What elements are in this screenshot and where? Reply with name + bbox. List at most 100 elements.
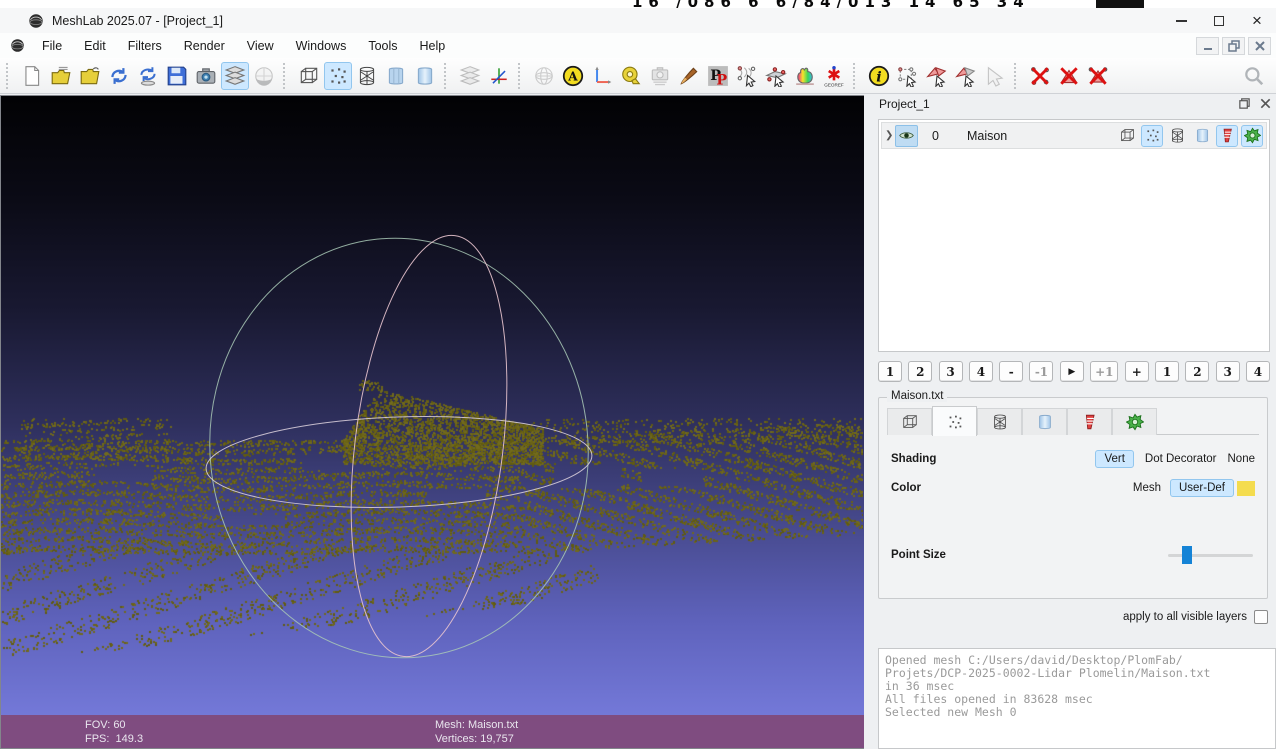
close-button[interactable]: × xyxy=(1238,8,1276,33)
menu-edit[interactable]: Edit xyxy=(73,36,117,56)
tab-smooth[interactable] xyxy=(1022,408,1067,435)
save-mesh-button[interactable] xyxy=(163,62,191,90)
menu-tools[interactable]: Tools xyxy=(357,36,408,56)
load-preset-3-button[interactable]: 3 xyxy=(1216,361,1240,382)
save-preset-4-button[interactable]: 4 xyxy=(969,361,993,382)
select-faces-vertices-button[interactable] xyxy=(952,62,980,90)
save-preset-2-button[interactable]: 2 xyxy=(908,361,932,382)
decorate-layers-button[interactable] xyxy=(456,62,484,90)
cyl-smooth-icon xyxy=(1036,413,1054,431)
slider-handle[interactable] xyxy=(1182,546,1192,564)
apply-all-layers-checkbox[interactable] xyxy=(1254,610,1268,624)
minimize-button[interactable] xyxy=(1162,8,1200,33)
layer-points-toggle[interactable] xyxy=(1141,125,1163,147)
toolbar-drag-handle[interactable] xyxy=(444,63,449,89)
menu-view[interactable]: View xyxy=(236,36,285,56)
measure-axis-button[interactable] xyxy=(588,62,616,90)
text-annotation-button[interactable]: A xyxy=(559,62,587,90)
save-preset-3-button[interactable]: 3 xyxy=(939,361,963,382)
dot-decorator-value[interactable]: None xyxy=(1228,453,1256,465)
menu-file[interactable]: File xyxy=(31,36,73,56)
render-bbox-button[interactable] xyxy=(295,62,323,90)
layer-wireframe-toggle[interactable] xyxy=(1166,125,1188,147)
load-preset-1-button[interactable]: 1 xyxy=(1155,361,1179,382)
layer-texture-toggle[interactable] xyxy=(1216,125,1238,147)
georeference-button[interactable]: GEOREF xyxy=(820,62,848,90)
delete-faces-vertices-button[interactable] xyxy=(1084,62,1112,90)
load-preset-4-button[interactable]: 4 xyxy=(1246,361,1270,382)
raster-alignment-button[interactable] xyxy=(646,62,674,90)
layer-row-maison[interactable]: ❯ 0 Maison xyxy=(881,122,1267,149)
mdi-restore-button[interactable] xyxy=(1222,37,1245,55)
minus-button[interactable]: - xyxy=(999,361,1023,382)
dock-float-button[interactable] xyxy=(1238,97,1251,110)
layer-color-toggle[interactable] xyxy=(1241,125,1263,147)
z-painting-button[interactable] xyxy=(675,62,703,90)
shading-vert-button[interactable]: Vert xyxy=(1095,450,1133,468)
log-output[interactable]: Opened mesh C:/Users/david/Desktop/PlomF… xyxy=(878,648,1276,749)
step-forward-button[interactable]: +1 xyxy=(1090,361,1118,382)
save-preset-1-button[interactable]: 1 xyxy=(878,361,902,382)
mdi-controls xyxy=(1196,37,1271,55)
photo-texturing-button[interactable]: PP xyxy=(704,62,732,90)
mdi-close-button[interactable] xyxy=(1248,37,1271,55)
render-points-button[interactable] xyxy=(324,62,352,90)
reload-layers-icon xyxy=(137,65,159,87)
step-back-button[interactable]: -1 xyxy=(1029,361,1053,382)
layer-smooth-toggle[interactable] xyxy=(1191,125,1213,147)
maximize-button[interactable] xyxy=(1200,8,1238,33)
menu-help[interactable]: Help xyxy=(409,36,457,56)
menu-windows[interactable]: Windows xyxy=(285,36,358,56)
tab-quality[interactable] xyxy=(1112,408,1157,435)
toolbar-drag-handle[interactable] xyxy=(518,63,523,89)
tab-wireframe[interactable] xyxy=(977,408,1022,435)
mdi-minimize-button[interactable] xyxy=(1196,37,1219,55)
layer-expander-icon[interactable]: ❯ xyxy=(885,130,895,141)
color-mesh-option[interactable]: Mesh xyxy=(1133,482,1161,494)
reload-all-button[interactable] xyxy=(134,62,162,90)
tab-bbox[interactable] xyxy=(887,408,932,435)
menu-filters[interactable]: Filters xyxy=(117,36,173,56)
delete-faces-button[interactable] xyxy=(1055,62,1083,90)
plane-picking-button[interactable] xyxy=(762,62,790,90)
show-raster-button[interactable] xyxy=(250,62,278,90)
render-smooth-button[interactable] xyxy=(411,62,439,90)
render-flat-button[interactable] xyxy=(382,62,410,90)
plus-button[interactable]: + xyxy=(1125,361,1149,382)
select-faces-button[interactable] xyxy=(923,62,951,90)
menu-render[interactable]: Render xyxy=(173,36,236,56)
layer-bbox-toggle[interactable] xyxy=(1116,125,1138,147)
show-layer-dialog-button[interactable] xyxy=(221,62,249,90)
toolbar-drag-handle[interactable] xyxy=(1014,63,1019,89)
open-project-button[interactable] xyxy=(47,62,75,90)
render-wireframe-button[interactable] xyxy=(353,62,381,90)
3d-viewport[interactable]: FOV: 60 FPS: 149.3 Mesh: Maison.txt Vert… xyxy=(0,95,864,749)
delete-vertices-button[interactable] xyxy=(1026,62,1054,90)
toolbar-drag-handle[interactable] xyxy=(6,63,11,89)
color-swatch[interactable] xyxy=(1237,481,1255,496)
move-selection-button[interactable] xyxy=(981,62,1009,90)
dock-close-button[interactable] xyxy=(1259,97,1272,110)
show-axes-button[interactable] xyxy=(485,62,513,90)
new-document-button[interactable] xyxy=(18,62,46,90)
tab-texture[interactable] xyxy=(1067,408,1112,435)
quality-mapper-button[interactable] xyxy=(791,62,819,90)
toolbar-drag-handle[interactable] xyxy=(283,63,288,89)
select-vertices-button[interactable] xyxy=(894,62,922,90)
snapshot-button[interactable] xyxy=(192,62,220,90)
import-mesh-button[interactable] xyxy=(76,62,104,90)
reload-mesh-button[interactable] xyxy=(105,62,133,90)
color-userdef-button[interactable]: User-Def xyxy=(1170,479,1234,497)
measure-tape-button[interactable] xyxy=(617,62,645,90)
play-button[interactable]: ▶ xyxy=(1060,361,1084,382)
point-picking-button[interactable] xyxy=(733,62,761,90)
point-size-slider[interactable] xyxy=(1168,546,1253,564)
toolbar-drag-handle[interactable] xyxy=(853,63,858,89)
tab-points[interactable] xyxy=(932,406,977,436)
layer-info-button[interactable]: i xyxy=(865,62,893,90)
layer-visibility-button[interactable] xyxy=(895,125,918,147)
search-button[interactable] xyxy=(1240,62,1268,90)
load-preset-2-button[interactable]: 2 xyxy=(1185,361,1209,382)
show-trackball-button[interactable] xyxy=(530,62,558,90)
point-size-label: Point Size xyxy=(891,549,1168,561)
